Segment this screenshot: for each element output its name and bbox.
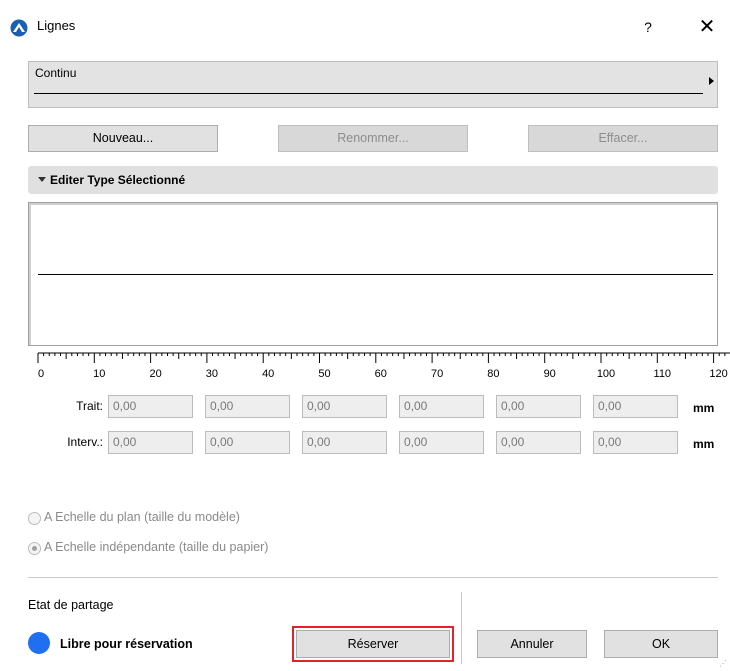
line-preview-panel [28,202,718,346]
new-button[interactable]: Nouveau... [28,125,218,152]
trait-field-1[interactable]: 0,00 [108,395,193,418]
close-button[interactable]: ✕ [690,12,724,42]
ruler-label: 60 [375,368,387,380]
trait-row-label: Trait: [76,399,103,413]
ruler-label: 30 [206,368,218,380]
ruler-label: 100 [597,368,615,380]
trait-field-4[interactable]: 0,00 [399,395,484,418]
ruler-label: 20 [149,368,161,380]
scale-paper-radio[interactable] [28,542,41,555]
interval-unit-label: mm [693,437,715,451]
ruler-label: 120 [709,368,727,380]
rename-button[interactable]: Renommer... [278,125,468,152]
trait-field-3[interactable]: 0,00 [302,395,387,418]
ruler-label: 50 [318,368,330,380]
resize-grip-icon[interactable]: ⋰ [719,659,727,668]
ruler-label: 40 [262,368,274,380]
line-preview-sample [34,93,703,94]
interval-field-1[interactable]: 0,00 [108,431,193,454]
trait-field-6[interactable]: 0,00 [593,395,678,418]
ruler-label: 0 [38,368,44,380]
trait-field-2[interactable]: 0,00 [205,395,290,418]
trait-unit-label: mm [693,401,715,415]
sharing-status: Libre pour réservation [60,637,193,651]
interval-field-3[interactable]: 0,00 [302,431,387,454]
window-title: Lignes [37,18,76,33]
help-button[interactable]: ? [636,14,660,40]
scale-model-radio[interactable] [28,512,41,525]
line-preview-sample [38,274,713,275]
ruler-label: 10 [93,368,105,380]
interval-field-5[interactable]: 0,00 [496,431,581,454]
interval-field-6[interactable]: 0,00 [593,431,678,454]
ruler-label: 80 [487,368,499,380]
interval-field-4[interactable]: 0,00 [399,431,484,454]
line-type-selector[interactable]: Continu [28,61,718,108]
interval-row-label: Interv.: [67,435,103,449]
footer-divider [28,577,718,578]
delete-button[interactable]: Effacer... [528,125,718,152]
reserve-button[interactable]: Réserver [296,630,450,658]
scale-paper-label[interactable]: A Echelle indépendante (taille du papier… [44,540,268,554]
sharing-heading: Etat de partage [28,598,114,612]
ruler-label: 110 [654,368,672,380]
cancel-button[interactable]: Annuler [477,630,587,658]
archicad-app-icon [10,19,28,37]
selected-line-type-label: Continu [35,66,77,80]
trait-field-5[interactable]: 0,00 [496,395,581,418]
status-indicator-icon [28,632,50,654]
ruler-label: 90 [544,368,556,380]
scale-model-label[interactable]: A Echelle du plan (taille du modèle) [44,510,240,524]
ruler: 01020304050607080901001101201 [37,352,730,380]
edit-selected-type-section[interactable]: Editer Type Sélectionné [28,166,718,194]
interval-field-2[interactable]: 0,00 [205,431,290,454]
ruler-label: 70 [431,368,443,380]
section-title: Editer Type Sélectionné [50,173,186,187]
title-bar: Lignes ? ✕ [0,0,730,50]
chevron-right-icon [709,77,714,85]
ok-button[interactable]: OK [604,630,718,658]
footer-vertical-divider [461,592,462,664]
triangle-down-icon [38,177,46,182]
